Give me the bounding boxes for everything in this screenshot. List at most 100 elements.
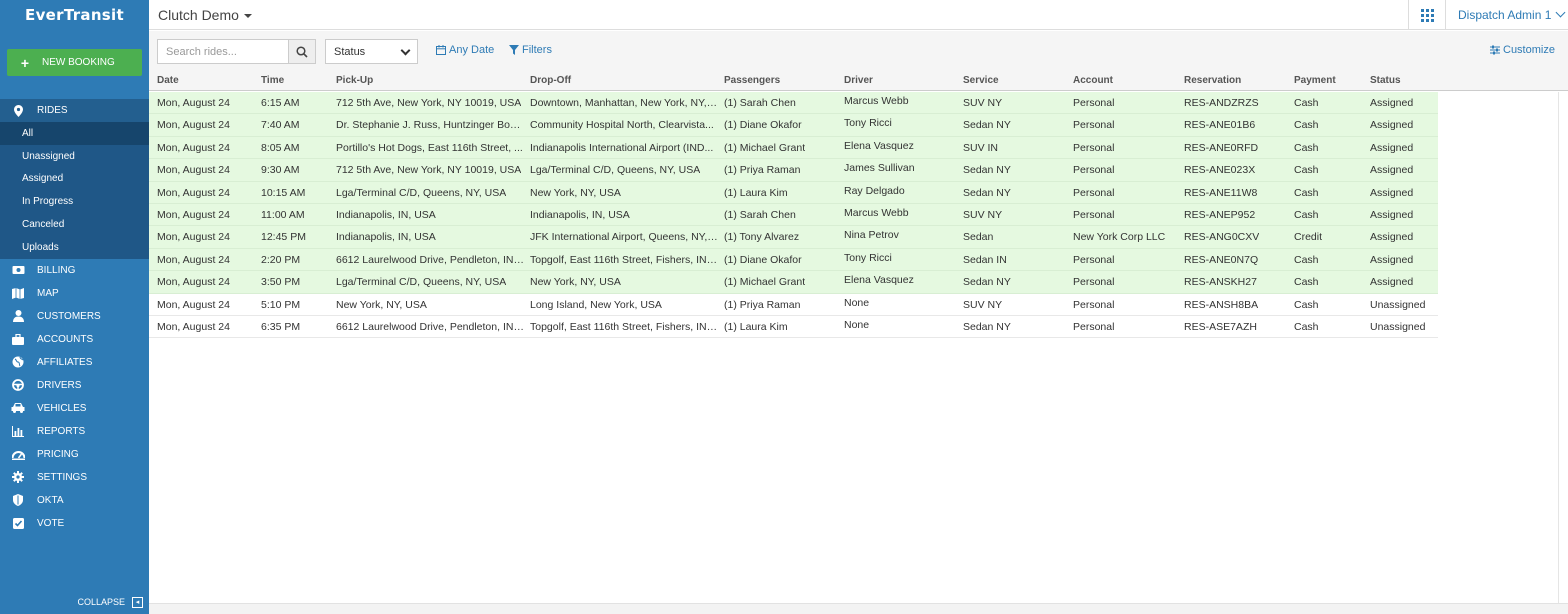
table-row[interactable]: Mon, August 24 6:15 AM 712 5th Ave, New Yo… xyxy=(149,92,1438,115)
cell-account: Personal xyxy=(1073,97,1115,109)
column-header-date[interactable]: Date xyxy=(157,75,179,86)
sidebar-item-label: PRICING xyxy=(37,448,79,460)
column-header-pickup[interactable]: Pick-Up xyxy=(336,75,373,86)
app-title: Clutch Demo xyxy=(158,7,239,23)
sidebar-item-vote[interactable]: VOTE xyxy=(0,512,149,535)
sidebar-item-settings[interactable]: SETTINGS xyxy=(0,466,149,489)
cell-time: 6:35 PM xyxy=(261,321,301,333)
cell-driver: None xyxy=(844,319,870,331)
sidebar-item-rides[interactable]: RIDES xyxy=(0,99,149,122)
sidebar-item-pricing[interactable]: PRICING xyxy=(0,443,149,466)
cell-time: 5:10 PM xyxy=(261,298,301,311)
cell-date: Mon, August 24 xyxy=(157,231,230,244)
ride-filter-all[interactable]: All xyxy=(0,122,149,145)
sidebar-item-affiliates[interactable]: AFFILIATES xyxy=(0,351,149,374)
column-header-status[interactable]: Status xyxy=(1370,75,1401,86)
horizontal-scrollbar[interactable] xyxy=(149,603,1568,614)
cell-service: Sedan NY xyxy=(963,276,1011,289)
collapse-icon: ◂ xyxy=(132,596,143,608)
sidebar-item-label: REPORTS xyxy=(37,425,86,437)
cell-time: 3:50 PM xyxy=(261,276,301,289)
column-header-driver[interactable]: Driver xyxy=(844,75,873,86)
rides-table: Date Time Pick-Up Drop-Off Passengers Driver S… xyxy=(149,70,1568,603)
cell-payment: Cash xyxy=(1294,209,1319,221)
ride-filter-in-progress[interactable]: In Progress xyxy=(0,190,149,213)
cell-dropoff: Community Hospital North, Clearvista... xyxy=(530,119,714,132)
cell-reservation: RES-ANSKH27 xyxy=(1184,276,1257,289)
cell-date: Mon, August 24 xyxy=(157,298,230,311)
cell-status: Assigned xyxy=(1370,97,1414,109)
car-icon xyxy=(11,403,25,414)
chevron-down-icon xyxy=(1555,7,1566,18)
status-select[interactable]: Status xyxy=(325,39,418,64)
column-header-payment[interactable]: Payment xyxy=(1294,75,1336,86)
table-row[interactable]: Mon, August 24 3:50 PM Lga/Terminal C/D, Q… xyxy=(149,271,1438,294)
table-row[interactable]: Mon, August 24 7:40 AM Dr. Stephanie J. Ru… xyxy=(149,114,1438,137)
cell-time: 11:00 AM xyxy=(261,209,305,221)
column-header-time[interactable]: Time xyxy=(261,75,284,86)
table-row[interactable]: Mon, August 24 11:00 AM Indianapolis, IN, … xyxy=(149,204,1438,227)
cell-payment: Cash xyxy=(1294,141,1319,154)
new-booking-label: NEW BOOKING xyxy=(42,57,115,68)
cell-reservation: RES-ANG0CXV xyxy=(1184,231,1260,244)
sidebar-item-map[interactable]: MAP xyxy=(0,282,149,305)
table-row[interactable]: Mon, August 24 8:05 AM Portillo's Hot Dogs… xyxy=(149,136,1438,160)
sidebar-item-okta[interactable]: OKTA xyxy=(0,489,149,512)
customize-button[interactable]: Customize xyxy=(1490,44,1555,56)
collapse-label: COLLAPSE xyxy=(77,597,125,607)
column-header-service[interactable]: Service xyxy=(963,75,999,86)
new-booking-button[interactable]: + NEW BOOKING xyxy=(7,49,142,76)
user-menu[interactable]: Dispatch Admin 1 xyxy=(1458,7,1566,22)
collapse-button[interactable]: COLLAPSE ◂ xyxy=(0,590,149,614)
table-row[interactable]: Mon, August 24 5:10 PM New York, NY, USA Lo… xyxy=(149,294,1438,316)
search-button[interactable] xyxy=(288,39,316,64)
column-header-account[interactable]: Account xyxy=(1073,75,1113,86)
sidebar-item-label: BILLING xyxy=(37,264,76,276)
sliders-icon xyxy=(1490,45,1500,55)
cell-status: Unassigned xyxy=(1370,321,1426,333)
cell-pickup: New York, NY, USA xyxy=(336,298,427,311)
table-row[interactable]: Mon, August 24 12:45 PM Indianapolis, IN, … xyxy=(149,226,1438,249)
table-header: Date Time Pick-Up Drop-Off Passengers Driver S… xyxy=(149,70,1568,91)
filters-button[interactable]: Filters xyxy=(509,44,552,56)
table-row[interactable]: Mon, August 24 2:20 PM 6612 Laurelwood Dri… xyxy=(149,248,1438,272)
search-input[interactable] xyxy=(157,39,289,64)
cell-passengers: (1) Laura Kim xyxy=(724,186,788,199)
table-row[interactable]: Mon, August 24 6:35 PM 6612 Laurelwood Dri… xyxy=(149,316,1438,339)
ride-filter-uploads[interactable]: Uploads xyxy=(0,236,149,259)
top-bar: Clutch Demo Dispatch Admin 1 xyxy=(149,0,1568,30)
calendar-icon xyxy=(436,45,446,55)
sidebar-item-billing[interactable]: BILLING xyxy=(0,259,149,282)
cell-account: Personal xyxy=(1073,298,1115,311)
cell-dropoff: New York, NY, USA xyxy=(530,276,621,289)
column-header-passengers[interactable]: Passengers xyxy=(724,75,780,86)
cell-status: Assigned xyxy=(1370,141,1414,154)
cell-service: Sedan NY xyxy=(963,119,1011,132)
table-row[interactable]: Mon, August 24 10:15 AM Lga/Terminal C/D, … xyxy=(149,181,1438,204)
table-row[interactable]: Mon, August 24 9:30 AM 712 5th Ave, New Yo… xyxy=(149,159,1438,182)
sidebar-item-vehicles[interactable]: VEHICLES xyxy=(0,397,149,420)
sidebar-item-accounts[interactable]: ACCOUNTS xyxy=(0,328,149,351)
cell-reservation: RES-ANE0RFD xyxy=(1184,141,1259,154)
cell-service: Sedan IN xyxy=(963,253,1007,266)
cell-status: Assigned xyxy=(1370,209,1414,221)
column-header-dropoff[interactable]: Drop-Off xyxy=(530,75,571,86)
ride-filter-unassigned[interactable]: Unassigned xyxy=(0,145,149,168)
sidebar-item-label: ACCOUNTS xyxy=(37,333,94,345)
app-switcher[interactable]: Clutch Demo xyxy=(158,7,252,23)
sidebar-item-customers[interactable]: CUSTOMERS xyxy=(0,305,149,328)
search-icon xyxy=(296,45,308,58)
ride-filter-assigned[interactable]: Assigned xyxy=(0,168,149,191)
sidebar-item-label: RIDES xyxy=(37,105,68,116)
sidebar-item-reports[interactable]: REPORTS xyxy=(0,420,149,443)
date-filter-button[interactable]: Any Date xyxy=(436,44,494,56)
cell-date: Mon, August 24 xyxy=(157,209,230,221)
apps-grid-icon[interactable] xyxy=(1408,0,1446,30)
cell-dropoff: Topgolf, East 116th Street, Fishers, IN,… xyxy=(530,253,718,266)
sidebar-item-drivers[interactable]: DRIVERS xyxy=(0,374,149,397)
cell-driver: Elena Vasquez xyxy=(844,274,914,287)
steering-wheel-icon xyxy=(11,379,25,392)
ride-filter-canceled[interactable]: Canceled xyxy=(0,213,149,236)
column-header-reservation[interactable]: Reservation xyxy=(1184,75,1241,86)
cell-service: Sedan NY xyxy=(963,164,1011,177)
